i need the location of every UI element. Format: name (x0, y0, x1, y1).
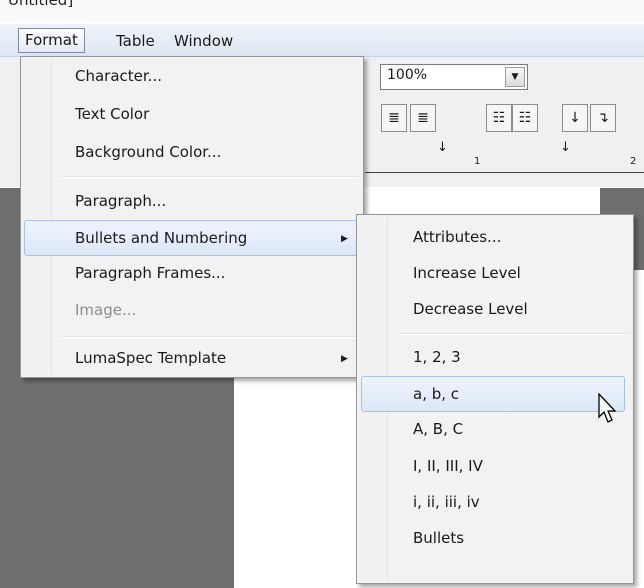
zoom-select[interactable]: 100% ▼ (380, 64, 528, 90)
menu-item-attributes[interactable]: Attributes... (413, 220, 501, 254)
menu-table[interactable]: Table (110, 30, 161, 52)
submenu-arrow-icon: ▶ (341, 354, 348, 364)
align-justify-button[interactable]: ≣ (410, 104, 436, 132)
menu-item-label: a, b, c (413, 385, 460, 403)
menu-item-paragraph[interactable]: Paragraph... (75, 184, 166, 218)
bulleted-list-button[interactable]: ☷ (512, 104, 538, 132)
menu-item-decrease-level[interactable]: Decrease Level (413, 292, 528, 326)
menu-item-text-color[interactable]: Text Color (75, 97, 149, 131)
tab-stop-icon[interactable]: ↓ (560, 140, 571, 155)
menu-item-lowercase-roman[interactable]: i, ii, iii, iv (413, 485, 480, 519)
menu-item-lumaspec-template[interactable]: LumaSpec Template (75, 341, 226, 375)
menu-separator (61, 336, 359, 338)
ruler-mark-1: 1 (474, 156, 481, 167)
menu-bar: Format Table Window (0, 24, 644, 57)
tab-right-button[interactable]: ↴ (590, 104, 616, 132)
ruler-mark-2: 2 (630, 156, 637, 167)
menu-item-bullets-and-numbering[interactable]: Bullets and Numbering (24, 220, 360, 256)
menu-item-lowercase-letters[interactable]: a, b, c (361, 376, 625, 412)
menu-item-bullets[interactable]: Bullets (413, 521, 464, 555)
align-center-button[interactable]: ≣ (381, 104, 407, 132)
menu-separator (61, 176, 359, 178)
menu-item-label: Bullets and Numbering (75, 229, 248, 247)
ruler-scale (365, 170, 644, 173)
menu-item-character[interactable]: Character... (75, 59, 162, 93)
menu-item-increase-level[interactable]: Increase Level (413, 256, 521, 290)
menu-format[interactable]: Format (18, 28, 85, 53)
bullets-submenu: Attributes... Increase Level Decrease Le… (356, 214, 634, 584)
ruler: 1 2 (365, 140, 644, 186)
zoom-value: 100% (387, 67, 428, 83)
mouse-pointer-icon (598, 393, 617, 423)
menu-item-numbers[interactable]: 1, 2, 3 (413, 340, 461, 374)
numbered-list-button[interactable]: ☷ (486, 104, 512, 132)
chevron-down-icon[interactable]: ▼ (505, 67, 525, 87)
menu-item-uppercase-roman[interactable]: I, II, III, IV (413, 449, 483, 483)
tab-stop-icon[interactable]: ↓ (437, 140, 448, 155)
window-title-bar: Untitled] (0, 0, 644, 22)
window-title: Untitled] (8, 0, 74, 9)
menu-window[interactable]: Window (168, 30, 239, 52)
format-menu: Character... Text Color Background Color… (20, 56, 364, 378)
tab-left-button[interactable]: ↓ (562, 104, 588, 132)
menu-separator (397, 333, 629, 335)
submenu-arrow-icon: ▶ (341, 234, 348, 244)
menu-icon-column (23, 59, 52, 375)
menu-item-background-color[interactable]: Background Color... (75, 135, 221, 169)
menu-item-image: Image... (75, 301, 137, 319)
menu-item-uppercase-letters[interactable]: A, B, C (413, 412, 463, 446)
menu-item-paragraph-frames[interactable]: Paragraph Frames... (75, 256, 225, 290)
